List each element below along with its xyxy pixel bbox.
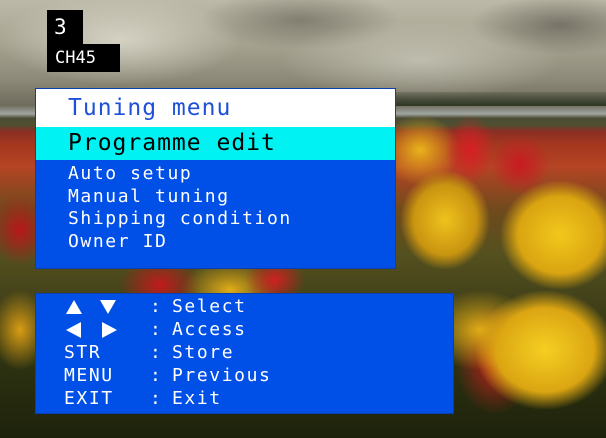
help-separator: : (150, 388, 163, 409)
triangle-down-icon (100, 300, 116, 314)
help-key-str: STR (64, 342, 102, 363)
help-action-select: Select (172, 296, 247, 317)
help-action-store: Store (172, 342, 235, 363)
help-separator: : (150, 342, 163, 363)
help-action-access: Access (172, 319, 247, 340)
menu-list: Auto setup Manual tuning Shipping condit… (68, 163, 292, 254)
triangle-up-icon (66, 300, 82, 314)
menu-item-shipping-condition[interactable]: Shipping condition (68, 208, 292, 231)
menu-item-owner-id[interactable]: Owner ID (68, 231, 292, 254)
help-key-exit: EXIT (64, 388, 114, 409)
tuning-menu-panel: Tuning menu Programme edit Auto setup Ma… (35, 88, 396, 269)
help-separator: : (150, 319, 163, 340)
help-separator: : (150, 365, 163, 386)
tv-screen: 3 CH45 Tuning menu Programme edit Auto s… (0, 0, 606, 438)
help-separator: : (150, 296, 163, 317)
menu-title: Tuning menu (36, 89, 395, 127)
help-action-previous: Previous (172, 365, 272, 386)
menu-item-auto-setup[interactable]: Auto setup (68, 163, 292, 186)
triangle-right-icon (102, 322, 117, 338)
menu-item-programme-edit[interactable]: Programme edit (36, 127, 395, 160)
key-help-panel: : Select : Access STR : Store MENU : Pre… (35, 293, 454, 414)
menu-item-manual-tuning[interactable]: Manual tuning (68, 186, 292, 209)
channel-number: 3 (47, 10, 83, 44)
help-action-exit: Exit (172, 388, 222, 409)
help-key-menu: MENU (64, 365, 114, 386)
channel-name: CH45 (47, 44, 120, 72)
triangle-left-icon (66, 322, 81, 338)
